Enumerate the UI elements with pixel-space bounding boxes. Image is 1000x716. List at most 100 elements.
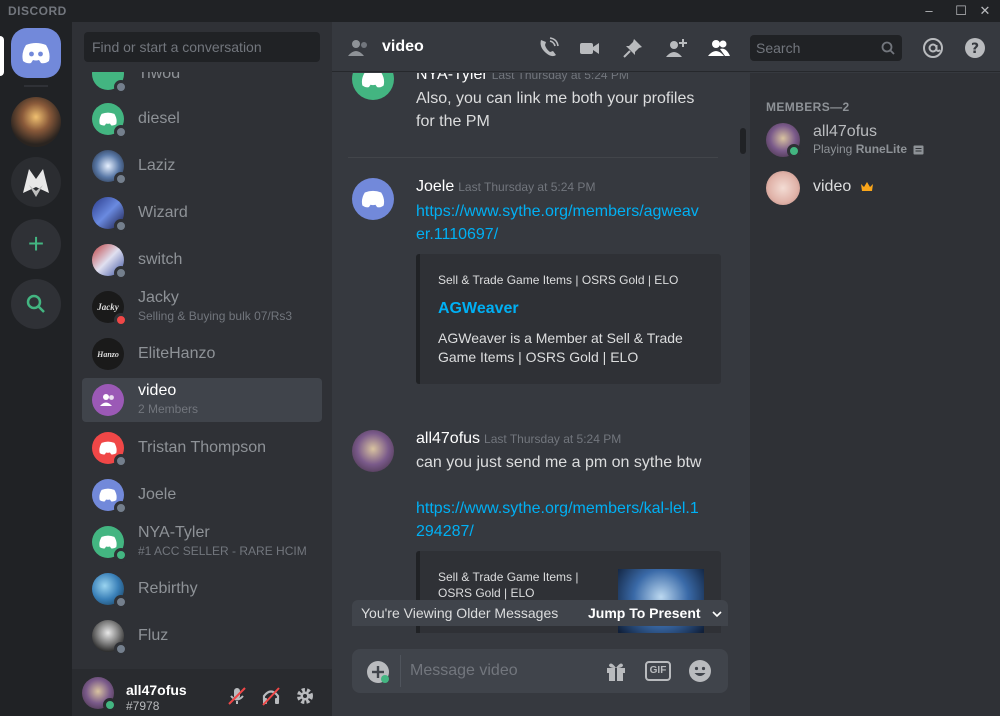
add-server-button[interactable]: + xyxy=(11,219,61,269)
chat-area: video Search ? NYA-Tyler Last Thursday a… xyxy=(332,22,1000,716)
channel-name: video xyxy=(382,38,424,55)
message-input[interactable]: Message video xyxy=(410,662,518,680)
group-avatar xyxy=(92,384,124,416)
status-indicator xyxy=(114,80,128,94)
upload-file-icon[interactable] xyxy=(366,660,390,684)
search-placeholder: Search xyxy=(756,40,801,56)
member-avatar[interactable] xyxy=(766,171,800,205)
dm-item[interactable]: NYA-Tyler #1 ACC SELLER - RARE HCIM xyxy=(82,520,322,564)
app-brand: DISCORD xyxy=(8,4,67,18)
message-author[interactable]: NYA-Tyler Last Thursday at 5:24 PM xyxy=(416,73,629,84)
composer-divider xyxy=(400,655,401,687)
help-icon[interactable]: ? xyxy=(964,37,986,59)
dm-name: Rebirthy xyxy=(138,580,198,597)
dm-item[interactable]: Tristan Thompson xyxy=(82,426,322,470)
message-author[interactable]: Joele Last Thursday at 5:24 PM xyxy=(416,178,595,196)
emoji-icon[interactable] xyxy=(688,659,712,683)
message-link[interactable]: https://www.sythe.org/members/kal-lel.12… xyxy=(416,497,706,543)
status-indicator xyxy=(103,698,117,712)
svg-text:?: ? xyxy=(971,41,979,57)
member-list: MEMBERS—2 all47ofus Playing RuneLite vid… xyxy=(750,73,1000,716)
member-name[interactable]: all47ofus xyxy=(813,123,877,141)
message-timestamp: Last Thursday at 5:24 PM xyxy=(458,180,596,194)
mute-microphone-icon[interactable] xyxy=(226,685,248,707)
message-timestamp: Last Thursday at 5:24 PM xyxy=(491,73,629,82)
chat-header: video Search ? xyxy=(332,22,1000,72)
jump-to-present-button[interactable]: Jump To Present xyxy=(588,605,723,621)
server-discovery-button[interactable] xyxy=(11,279,61,329)
dm-name: diesel xyxy=(138,110,180,127)
message-avatar[interactable] xyxy=(352,430,394,472)
scrollbar[interactable] xyxy=(740,128,746,154)
activity-prefix: Playing xyxy=(813,142,853,156)
search-icon xyxy=(881,41,895,55)
dm-name: NYA-Tyler xyxy=(138,524,210,541)
find-conversation-input[interactable]: Find or start a conversation xyxy=(84,32,320,62)
add-friends-to-dm-icon[interactable] xyxy=(665,37,687,59)
search-input[interactable]: Search xyxy=(750,35,902,61)
user-discriminator: #7978 xyxy=(126,699,160,713)
status-indicator xyxy=(114,219,128,233)
author-name: Joele xyxy=(416,178,455,195)
discord-default-avatar-icon xyxy=(99,112,117,126)
mentions-icon[interactable] xyxy=(922,37,944,59)
message-avatar[interactable] xyxy=(352,178,394,220)
embed-description: AGWeaver is a Member at Sell & Trade Gam… xyxy=(438,330,683,365)
message-text: can you just send me a pm on sythe btw xyxy=(416,454,702,471)
minimize-button[interactable]: – xyxy=(914,1,944,21)
voice-call-icon[interactable] xyxy=(537,37,559,59)
dm-item[interactable]: switch xyxy=(82,238,322,282)
member-name[interactable]: video xyxy=(813,178,874,196)
discord-default-avatar-icon xyxy=(99,535,117,549)
dm-item[interactable]: Rebirthy xyxy=(82,567,322,611)
author-name: all47ofus xyxy=(416,430,481,447)
embed-provider[interactable]: Sell & Trade Game Items | OSRS Gold | EL… xyxy=(438,272,678,288)
member-name-text: video xyxy=(813,178,852,195)
activity-name: RuneLite xyxy=(855,142,908,156)
older-messages-bar: You're Viewing Older Messages Jump To Pr… xyxy=(352,600,728,626)
server-list: + xyxy=(0,22,72,716)
home-button[interactable] xyxy=(11,28,61,78)
user-settings-gear-icon[interactable] xyxy=(294,685,316,707)
status-indicator xyxy=(114,125,128,139)
search-icon xyxy=(26,294,45,313)
server-icon-2[interactable] xyxy=(11,157,61,207)
status-indicator xyxy=(114,501,128,515)
close-button[interactable]: ✕ xyxy=(970,1,1000,21)
embed-provider[interactable]: Sell & Trade Game Items | OSRS Gold | EL… xyxy=(438,569,588,601)
jump-label: Jump To Present xyxy=(588,605,701,621)
dm-list: Tiwod diesel Laziz Wizard switch Jacky J… xyxy=(72,72,332,669)
dm-status-text: Selling & Buying bulk 07/Rs3 xyxy=(138,309,293,323)
dm-item[interactable]: diesel xyxy=(82,97,322,141)
deafen-headphones-icon[interactable] xyxy=(260,685,282,707)
message-author[interactable]: all47ofus Last Thursday at 5:24 PM xyxy=(416,430,621,448)
member-list-icon[interactable] xyxy=(708,37,730,59)
video-call-icon[interactable] xyxy=(578,37,600,59)
avatar: Hanzo xyxy=(92,338,124,370)
dm-item[interactable]: Jacky Jacky Selling & Buying bulk 07/Rs3 xyxy=(82,285,322,329)
dm-name: EliteHanzo xyxy=(138,345,216,362)
dm-item[interactable]: Wizard xyxy=(82,191,322,235)
message-avatar[interactable] xyxy=(352,73,394,100)
plus-icon: + xyxy=(27,228,45,259)
pinned-messages-icon[interactable] xyxy=(622,37,644,59)
gif-picker-button[interactable]: GIF xyxy=(645,661,671,681)
dm-item[interactable]: Joele xyxy=(82,473,322,517)
server-icon-1[interactable] xyxy=(11,97,61,147)
gift-icon[interactable] xyxy=(605,660,627,682)
dm-name: switch xyxy=(138,251,183,268)
dm-item[interactable]: Hanzo EliteHanzo xyxy=(82,332,322,376)
dm-item-video[interactable]: video 2 Members xyxy=(82,378,322,422)
server-divider xyxy=(24,85,48,87)
discord-default-avatar-icon xyxy=(361,73,385,88)
message-link[interactable]: https://www.sythe.org/members/agweaver.1… xyxy=(416,200,706,246)
dm-item[interactable]: Fluz xyxy=(82,614,322,658)
dm-item[interactable]: Laziz xyxy=(82,144,322,188)
message-divider xyxy=(348,157,718,158)
status-indicator xyxy=(114,266,128,280)
embed-title[interactable]: AGWeaver xyxy=(438,300,519,318)
dm-name: Fluz xyxy=(138,627,169,644)
crown-owner-icon xyxy=(860,182,873,191)
author-name: NYA-Tyler xyxy=(416,73,488,83)
dm-item[interactable]: Tiwod xyxy=(82,72,322,96)
